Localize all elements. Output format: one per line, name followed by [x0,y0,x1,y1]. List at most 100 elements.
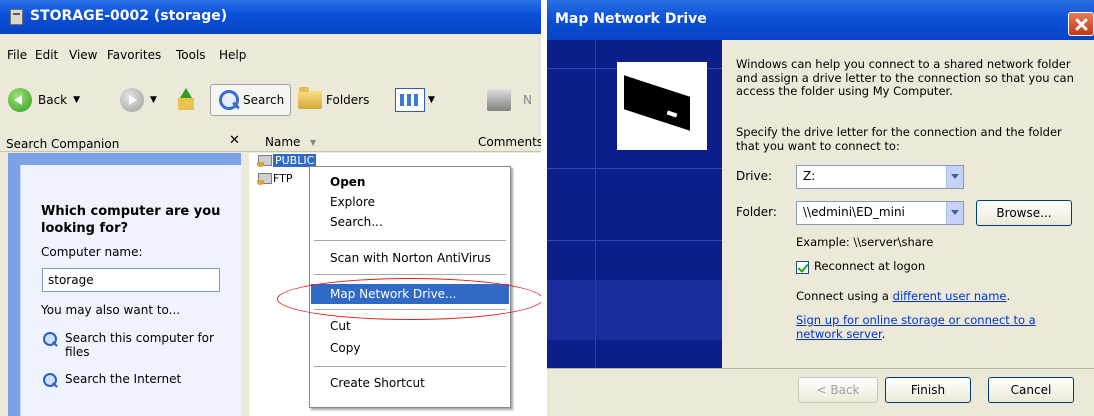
views-dropdown-icon[interactable]: ▼ [428,95,435,105]
explorer-window: STORAGE-0002 (storage) File Edit View Fa… [0,0,541,416]
cut-off-label: N [523,93,532,107]
folders-label: Folders [326,93,370,107]
pane-header-row: Search Companion ✕ Name ▼ Comments [0,130,541,152]
computer-icon [487,89,511,111]
intro-text: Windows can help you connect to a shared… [736,57,1074,98]
search-button[interactable]: Search [210,84,292,116]
folder-combo-value: \\edmini\ED_mini [803,205,905,219]
search-icon [217,89,239,111]
folder-label-text: Folder: [736,205,777,219]
menu-separator [314,240,506,241]
back-arrow-icon [8,88,32,112]
highlight-oval [277,278,541,320]
menu-bar: File Edit View Favorites Tools Help [0,44,541,66]
chevron-down-icon[interactable] [946,166,963,188]
signup-link[interactable]: Sign up for online storage or connect to… [796,313,1036,341]
menu-item-search[interactable]: Search... [311,212,509,232]
drive-select[interactable]: Z: [796,165,964,189]
computer-name-input[interactable]: storage [42,268,220,292]
also-want-label: You may also want to... [41,303,181,317]
search-internet-link[interactable]: Search the Internet [41,372,181,390]
example-text: Example: \\server\share [796,235,934,249]
banner-band [547,280,722,340]
comments-column-header[interactable]: Comments [478,135,541,149]
list-item-public[interactable]: PUBLIC [257,153,317,167]
menu-favorites[interactable]: Favorites [107,48,161,62]
menu-separator [314,366,506,367]
dialog-title: Map Network Drive [555,11,707,27]
forward-arrow-icon [120,88,144,112]
menu-item-explore[interactable]: Explore [311,192,509,212]
chevron-down-icon[interactable] [946,202,963,224]
toolbar: Back ▼ ▼ Search Folders ▼ N [0,80,541,120]
menu-view[interactable]: View [69,48,97,62]
explorer-title-bar[interactable]: STORAGE-0002 (storage) [0,0,541,34]
up-folder-icon [176,88,196,112]
computer-name-label: Computer name: [41,245,143,259]
dialog-content: Windows can help you connect to a shared… [722,40,1094,368]
shared-folder-icon [257,153,272,167]
folder-combo[interactable]: \\edmini\ED_mini [796,201,964,225]
back-dropdown-icon[interactable]: ▼ [73,95,80,105]
banner-line [547,168,722,169]
views-icon [395,88,425,112]
dialog-title-bar[interactable]: Map Network Drive [547,0,1094,40]
file-label-public: PUBLIC [273,153,317,167]
search-companion-header: Search Companion [6,137,120,151]
signup-suffix: . [881,326,886,341]
back-button[interactable]: Back ▼ [8,84,80,116]
sort-arrow-icon: ▼ [310,138,317,147]
forward-button[interactable]: ▼ [120,84,157,116]
list-item-ftp[interactable]: FTP [257,171,293,185]
menu-item-create-shortcut[interactable]: Create Shortcut [311,373,509,393]
close-companion-icon[interactable]: ✕ [229,133,240,148]
folders-button[interactable]: Folders [298,84,369,116]
finish-button[interactable]: Finish [885,377,971,403]
search-icon [41,331,59,349]
menu-edit[interactable]: Edit [35,48,58,62]
menu-item-scan-antivirus[interactable]: Scan with Norton AntiVirus [311,248,509,268]
connect-using-text: Connect using a different user name. [796,289,1086,304]
up-folder-button[interactable] [176,84,196,116]
cancel-button[interactable]: Cancel [988,377,1074,403]
signup-text: Sign up for online storage or connect to… [796,313,1066,341]
search-companion-panel: Which computer are you looking for? Comp… [20,165,241,416]
folders-icon [298,87,322,109]
folder-label: Folder: [736,205,777,220]
drive-label: Drive: [736,169,773,184]
menu-item-copy[interactable]: Copy [311,338,509,358]
close-button[interactable] [1068,12,1094,36]
dialog-banner [547,40,722,368]
extra-toolbar-button[interactable]: N [487,84,532,116]
reconnect-checkbox[interactable] [796,261,809,274]
drive-body [624,75,690,131]
search-label: Search [243,93,285,107]
back-button-dialog[interactable]: < Back [798,377,878,403]
specify-text: Specify the drive letter for the connect… [736,125,1062,153]
menu-file[interactable]: File [7,48,27,62]
server-icon [10,9,23,25]
drive-label-text: Drive: [736,169,773,183]
map-network-drive-dialog: Map Network Drive Windows can help you c… [547,0,1094,416]
search-computer-label: Search this computer for files [65,331,214,359]
different-user-link[interactable]: different user name [893,289,1007,303]
connect-prefix: Connect using a [796,289,893,303]
menu-item-open[interactable]: Open [311,172,509,192]
menu-tools[interactable]: Tools [176,48,206,62]
file-label-ftp: FTP [273,171,293,185]
search-computer-link[interactable]: Search this computer for files [41,331,225,359]
forward-dropdown-icon[interactable]: ▼ [150,95,157,105]
internet-search-icon [41,372,59,390]
search-internet-label: Search the Internet [65,372,182,386]
menu-help[interactable]: Help [219,48,246,62]
menu-separator [314,274,506,275]
name-column-header[interactable]: Name [265,135,300,149]
reconnect-label[interactable]: Reconnect at logon [814,259,1014,274]
shared-folder-icon [257,171,272,185]
companion-question: Which computer are you looking for? [41,204,221,236]
search-companion-pane: Which computer are you looking for? Comp… [8,153,241,416]
connect-suffix: . [1006,289,1011,303]
back-label: Back [38,93,68,107]
browse-button[interactable]: Browse... [976,200,1072,226]
views-button[interactable]: ▼ [395,84,435,116]
